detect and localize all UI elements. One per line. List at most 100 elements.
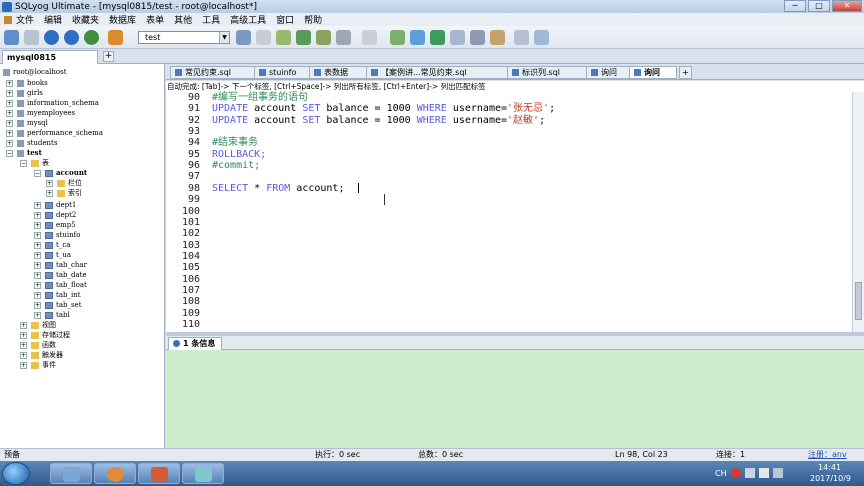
tab-query[interactable]: 表数据 (309, 66, 367, 79)
menu-database[interactable]: 数据库 (109, 13, 136, 26)
menu-tools[interactable]: 工具 (202, 13, 220, 26)
expand-icon[interactable]: + (20, 342, 27, 349)
keyboard-icon[interactable] (759, 468, 769, 478)
menu-help[interactable]: 帮助 (304, 13, 322, 26)
query-profiler-icon[interactable] (514, 30, 529, 45)
add-connection-button[interactable]: + (103, 51, 114, 62)
tree-table[interactable]: dept1 (45, 200, 76, 210)
import-external-icon[interactable] (450, 30, 465, 45)
restore-icon[interactable] (296, 30, 311, 45)
tree-table[interactable]: tab_date (45, 270, 87, 280)
tab-query-active[interactable]: 询问 (629, 66, 677, 79)
taskbar-app-sqlyog[interactable] (50, 463, 92, 484)
schema-sync-icon[interactable] (430, 30, 445, 45)
taskbar-app-browser[interactable] (94, 463, 136, 484)
tree-db[interactable]: students (17, 138, 57, 148)
tree-db[interactable]: books (17, 78, 48, 88)
tree-folder-events[interactable]: 事件 (31, 360, 56, 370)
tree-db[interactable]: mysql (17, 118, 48, 128)
menu-other[interactable]: 其他 (174, 13, 192, 26)
sync-icon[interactable] (390, 30, 405, 45)
collapse-icon[interactable]: − (20, 160, 27, 167)
tree-table[interactable]: stuinfo (45, 230, 80, 240)
tree-table[interactable]: dept2 (45, 210, 76, 220)
disconnect-icon[interactable] (24, 30, 39, 45)
tree-table-columns[interactable]: 栏位 (57, 178, 82, 188)
tree-table[interactable]: tab_set (45, 300, 82, 310)
maximize-button[interactable]: □ (808, 0, 830, 12)
tree-folder-tables[interactable]: 表 (31, 158, 49, 168)
tree-folder-functions[interactable]: 函数 (31, 340, 56, 350)
clock-date[interactable]: 2017/10/9 (810, 474, 851, 483)
tab-messages[interactable]: 1 条信息 (168, 337, 222, 350)
expand-icon[interactable]: + (46, 190, 53, 197)
tab-query[interactable]: 常见约束.sql (170, 66, 255, 79)
query-builder-icon[interactable] (362, 30, 377, 45)
expand-icon[interactable]: + (46, 180, 53, 187)
tray-icon[interactable] (745, 468, 755, 478)
tab-query[interactable]: 标识列.sql (507, 66, 587, 79)
tree-db[interactable]: myemployees (17, 108, 75, 118)
schema-designer-icon[interactable] (336, 30, 351, 45)
tree-db[interactable]: girls (17, 88, 43, 98)
expand-icon[interactable]: + (20, 322, 27, 329)
menu-file[interactable]: 文件 (4, 13, 34, 26)
expand-icon[interactable]: + (6, 110, 13, 117)
tree-db[interactable]: information_schema (17, 98, 99, 108)
copy-database-icon[interactable] (256, 30, 271, 45)
tree-folder-triggers[interactable]: 触发器 (31, 350, 63, 360)
start-button[interactable] (2, 462, 30, 485)
input-method-icon[interactable] (731, 468, 741, 478)
menu-window[interactable]: 窗口 (276, 13, 294, 26)
menu-table[interactable]: 表单 (146, 13, 164, 26)
expand-icon[interactable]: + (6, 130, 13, 137)
user-manager-icon[interactable] (236, 30, 251, 45)
database-select[interactable]: test ▼ (138, 31, 230, 44)
scrollbar-thumb[interactable] (855, 282, 862, 320)
close-button[interactable]: ✕ (832, 0, 862, 12)
expand-icon[interactable]: + (34, 202, 41, 209)
collapse-icon[interactable]: − (6, 150, 13, 157)
backup-icon[interactable] (276, 30, 291, 45)
expand-icon[interactable]: + (6, 120, 13, 127)
expand-icon[interactable]: + (20, 362, 27, 369)
tab-query[interactable]: 【案例讲...常见约束.sql (366, 66, 508, 79)
formatter-icon[interactable] (534, 30, 549, 45)
chevron-down-icon[interactable]: ▼ (219, 32, 229, 43)
forward-icon[interactable] (64, 30, 79, 45)
tree-table-indexes[interactable]: 索引 (57, 188, 82, 198)
expand-icon[interactable]: + (6, 140, 13, 147)
expand-icon[interactable]: + (6, 80, 13, 87)
expand-icon[interactable]: + (20, 332, 27, 339)
expand-icon[interactable]: + (6, 100, 13, 107)
expand-icon[interactable]: + (34, 312, 41, 319)
tree-folder-views[interactable]: 视图 (31, 320, 56, 330)
scheduled-jobs-icon[interactable] (470, 30, 485, 45)
expand-icon[interactable]: + (34, 242, 41, 249)
clock-time[interactable]: 14:41 (818, 463, 841, 472)
menu-advanced-tools[interactable]: 高级工具 (230, 13, 266, 26)
expand-icon[interactable]: + (34, 222, 41, 229)
back-icon[interactable] (44, 30, 59, 45)
taskbar-app-notes[interactable] (182, 463, 224, 484)
collapse-icon[interactable]: − (34, 170, 41, 177)
menu-edit[interactable]: 编辑 (44, 13, 62, 26)
tab-query[interactable]: 询问 (586, 66, 630, 79)
expand-icon[interactable]: + (34, 232, 41, 239)
register-link[interactable]: 注册：anv (808, 449, 847, 461)
language-indicator[interactable]: CH (715, 469, 727, 478)
sql-editor[interactable]: 90 91 92 93 94 95 96 97 98 99 100 101 102 103 104 105 10… (166, 92, 852, 332)
connection-tab[interactable]: mysql0815 (2, 50, 98, 64)
new-connection-icon[interactable] (4, 30, 19, 45)
expand-icon[interactable]: + (34, 252, 41, 259)
expand-icon[interactable]: + (34, 302, 41, 309)
import-icon[interactable] (316, 30, 331, 45)
tree-table[interactable]: tab_char (45, 260, 87, 270)
expand-icon[interactable]: + (34, 282, 41, 289)
expand-icon[interactable]: + (34, 292, 41, 299)
tree-folder-procedures[interactable]: 存储过程 (31, 330, 70, 340)
data-sync-icon[interactable] (410, 30, 425, 45)
tab-query[interactable]: stuinfo (254, 66, 310, 79)
tree-table[interactable]: t_ua (45, 250, 71, 260)
tree-table[interactable]: tabl (45, 310, 70, 320)
